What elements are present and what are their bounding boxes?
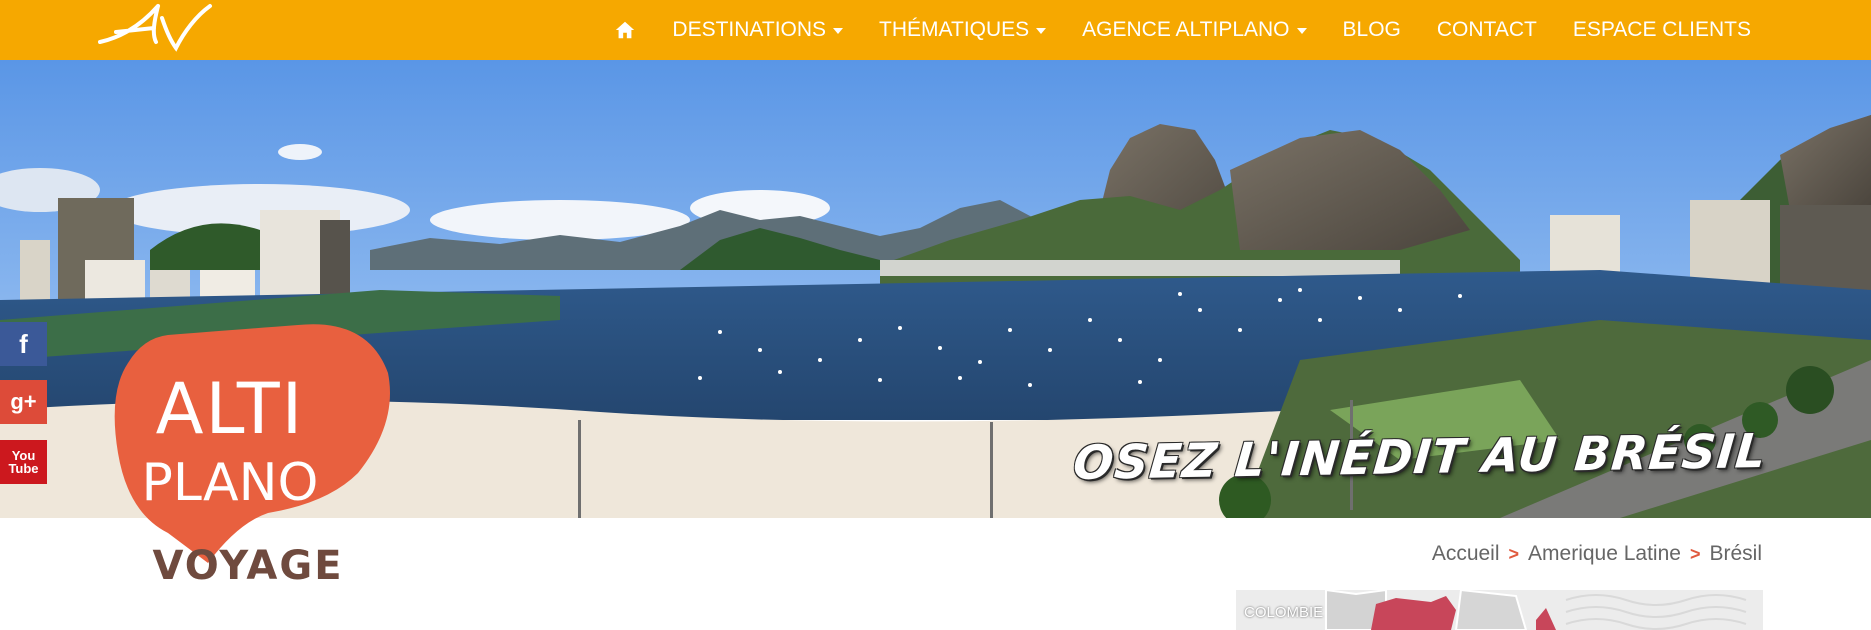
main-nav: DESTINATIONS THÉMATIQUES AGENCE ALTIPLAN… — [614, 0, 1751, 60]
altiplano-brand-mark-icon[interactable] — [96, 2, 214, 54]
map-label-colombie: COLOMBIE — [1244, 604, 1324, 621]
destination-map[interactable]: COLOMBIE — [1236, 590, 1763, 630]
youtube-icon-bottom: Tube — [8, 461, 39, 476]
logo-text-voyage: VOYAGE — [152, 543, 344, 589]
breadcrumb-separator: > — [1508, 543, 1520, 564]
facebook-button[interactable]: f — [0, 322, 47, 366]
caret-down-icon — [1036, 28, 1047, 34]
youtube-button[interactable]: You Tube — [0, 440, 47, 484]
breadcrumb-bresil: Brésil — [1709, 542, 1762, 565]
breadcrumb: Accueil > Amerique Latine > Brésil — [1432, 542, 1762, 566]
logo-text-plano: PLANO — [141, 453, 319, 513]
nav-destinations[interactable]: DESTINATIONS — [672, 18, 844, 42]
facebook-icon: f — [19, 328, 28, 359]
top-nav-bar: DESTINATIONS THÉMATIQUES AGENCE ALTIPLAN… — [0, 0, 1871, 60]
breadcrumb-amerique-latine[interactable]: Amerique Latine — [1528, 542, 1681, 566]
nav-thematiques-label: THÉMATIQUES — [879, 18, 1030, 41]
nav-destinations-label: DESTINATIONS — [672, 18, 827, 41]
google-plus-icon: g+ — [10, 389, 37, 414]
nav-thematiques[interactable]: THÉMATIQUES — [879, 18, 1047, 42]
altiplano-voyage-logo[interactable]: ALTI PLANO VOYAGE — [98, 323, 398, 593]
breadcrumb-separator: > — [1689, 543, 1701, 564]
home-icon — [616, 21, 635, 39]
caret-down-icon — [833, 28, 844, 34]
logo-text-alti: ALTI — [155, 368, 305, 450]
home-button[interactable] — [614, 19, 636, 41]
nav-contact[interactable]: CONTACT — [1437, 18, 1537, 42]
nav-agence-altiplano[interactable]: AGENCE ALTIPLANO — [1082, 18, 1307, 42]
youtube-icon: You Tube — [8, 449, 38, 475]
google-plus-button[interactable]: g+ — [0, 380, 47, 424]
nav-espace-clients[interactable]: ESPACE CLIENTS — [1573, 18, 1751, 42]
nav-blog[interactable]: BLOG — [1343, 18, 1401, 42]
nav-agence-label: AGENCE ALTIPLANO — [1082, 18, 1290, 41]
breadcrumb-accueil[interactable]: Accueil — [1432, 542, 1500, 566]
caret-down-icon — [1296, 28, 1307, 34]
